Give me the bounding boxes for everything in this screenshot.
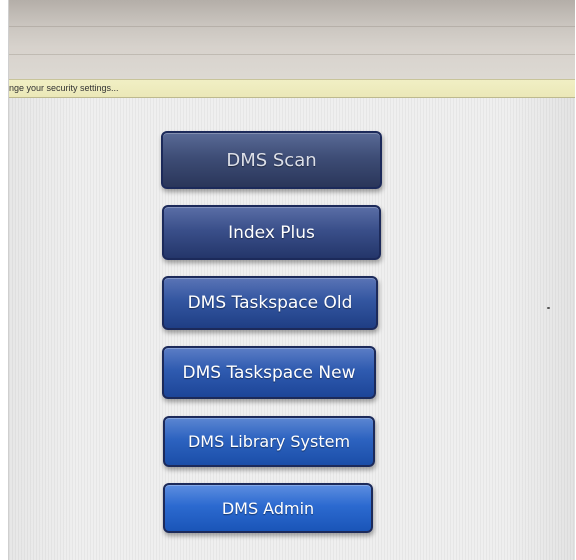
toolbar-divider (9, 54, 575, 55)
dms-scan-button[interactable]: DMS Scan (161, 131, 382, 189)
monitor-photo: nge your security settings... DMS Scan I… (0, 0, 576, 560)
browser-toolbar (9, 0, 575, 79)
info-bar-message: nge your security settings... (9, 83, 119, 93)
dms-admin-button[interactable]: DMS Admin (163, 483, 373, 533)
dms-library-system-button[interactable]: DMS Library System (163, 416, 375, 467)
dms-taskspace-new-button[interactable]: DMS Taskspace New (162, 346, 376, 399)
security-info-bar[interactable]: nge your security settings... (9, 79, 575, 98)
dms-taskspace-old-button[interactable]: DMS Taskspace Old (162, 276, 378, 330)
index-plus-button[interactable]: Index Plus (162, 205, 381, 260)
mouse-cursor-dot (547, 307, 550, 309)
toolbar-divider (9, 26, 575, 27)
